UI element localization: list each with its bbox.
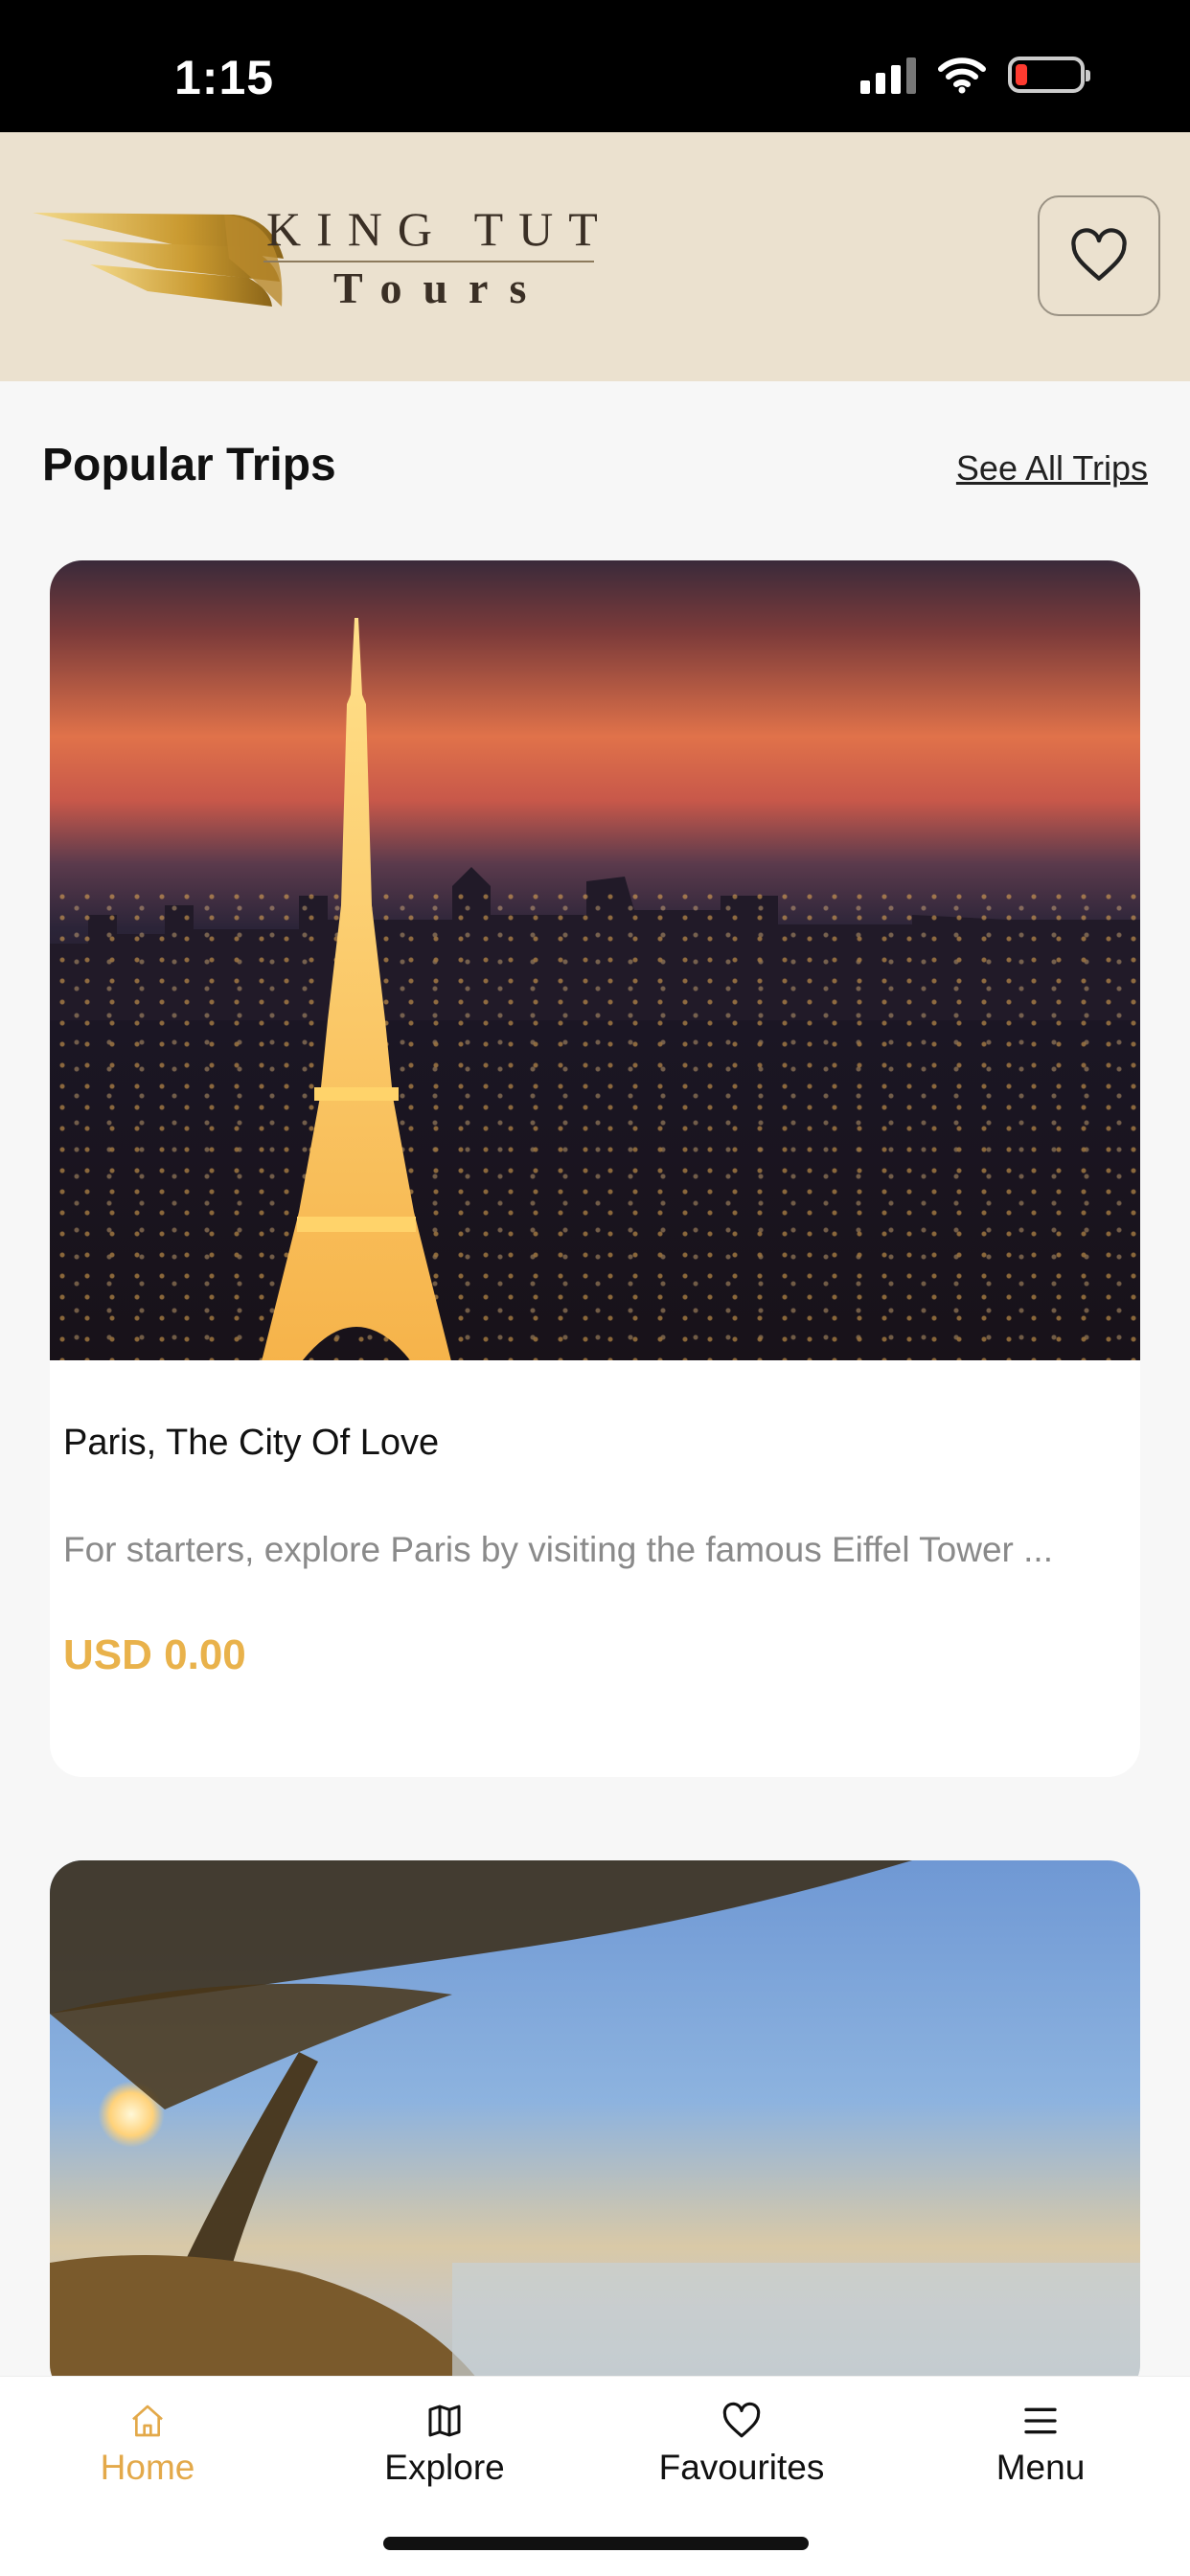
menu-icon: [1024, 2407, 1057, 2434]
map-icon: [428, 2405, 461, 2437]
trip-title: Paris, The City Of Love: [63, 1423, 440, 1463]
nav-home[interactable]: Home: [52, 2398, 243, 2488]
status-bar: 1:15: [0, 0, 1190, 132]
nav-menu[interactable]: Menu: [945, 2398, 1136, 2488]
favourites-header-button[interactable]: [1038, 195, 1160, 316]
cellular-signal-icon: [860, 56, 916, 94]
see-all-trips-link[interactable]: See All Trips: [956, 448, 1148, 489]
logo-text-tours: Tours: [333, 263, 548, 312]
trip-description: For starters, explore Paris by visiting …: [63, 1530, 1053, 1569]
heart-icon: [1071, 228, 1127, 281]
wifi-icon: [938, 57, 986, 94]
trip-card[interactable]: [50, 1860, 1140, 2397]
trip-price: USD 0.00: [63, 1631, 246, 1678]
section-title: Popular Trips: [42, 440, 336, 490]
nav-favourites[interactable]: Favourites: [646, 2398, 837, 2488]
heart-icon: [722, 2402, 761, 2438]
trip-card[interactable]: Paris, The City Of Love For starters, ex…: [50, 560, 1140, 1777]
nav-favourites-label: Favourites: [658, 2448, 825, 2487]
trip-image: [50, 560, 1140, 1360]
nav-explore-label: Explore: [384, 2448, 505, 2487]
status-icons: [860, 56, 1090, 94]
app-header: KING TUT Tours: [0, 132, 1190, 381]
home-indicator[interactable]: [383, 2537, 809, 2550]
battery-icon: [1008, 57, 1090, 93]
status-time: 1:15: [174, 51, 275, 104]
nav-menu-label: Menu: [995, 2448, 1086, 2487]
nav-explore[interactable]: Explore: [349, 2398, 540, 2488]
trip-image: [50, 1860, 1140, 2397]
logo-text-king-tut: KING TUT: [266, 202, 613, 256]
home-icon: [132, 2405, 163, 2437]
nav-home-label: Home: [100, 2448, 195, 2487]
